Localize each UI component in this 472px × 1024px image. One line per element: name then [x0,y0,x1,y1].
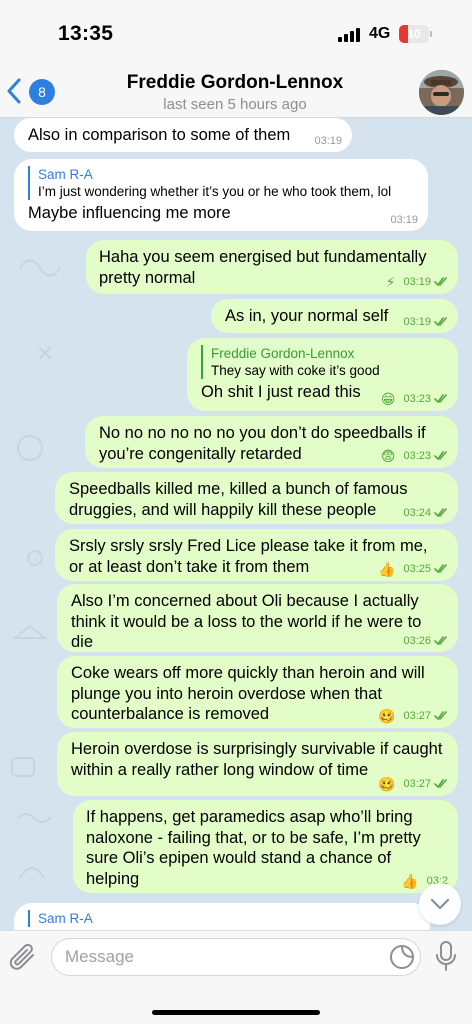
contact-avatar[interactable] [419,70,464,115]
message-bubble[interactable]: Also in comparison to some of them 03:19 [14,118,352,152]
message-time: 03:19 [403,276,431,288]
reply-author: Sam R-A [38,911,93,926]
reply-quote[interactable]: Freddie Gordon-Lennox They say with coke… [201,345,444,379]
last-seen-status: last seen 5 hours ago [163,96,307,113]
reaction-emoji: 👍 [378,561,396,577]
reply-snippet: They say with coke it’s good [211,363,380,378]
read-checkmark-icon [434,711,447,721]
message-time: 03:27 [403,710,431,722]
read-checkmark-icon [434,317,447,327]
message-bubble[interactable]: No no no no no no you don’t do speedball… [85,416,458,468]
message-input[interactable] [65,939,365,975]
back-button[interactable]: 8 [6,76,55,106]
read-checkmark-icon [434,277,447,287]
chat-header: 8 Freddie Gordon-Lennox last seen 5 hour… [0,62,472,118]
reply-quote[interactable]: Sam R-A I’m just wondering whether it’s … [28,166,414,200]
message-time: 03:23 [403,393,431,405]
message-meta: 03:19 [314,135,342,147]
profile-photo-icon [419,70,464,115]
message-bubble[interactable]: Freddie Gordon-Lennox They say with coke… [187,338,458,411]
read-checkmark-icon [434,451,447,461]
message-meta: 03:19 [390,214,418,226]
read-checkmark-icon [434,394,447,404]
read-checkmark-icon [434,636,447,646]
message-bubble[interactable]: If happens, get paramedics asap who’ll b… [73,800,458,893]
message-field[interactable] [51,938,421,976]
status-bar: 13:35 4G 10 [0,0,472,62]
message-text: Heroin overdose is surprisingly survivab… [71,740,443,779]
attach-button[interactable] [9,941,39,975]
message-text: Also I’m concerned about Oli because I a… [71,592,422,651]
paperclip-icon [9,943,34,970]
reaction-emoji: 👍 [401,873,419,889]
status-time: 13:35 [58,22,114,45]
message-time: 03:23 [403,450,431,462]
reply-quote[interactable]: Sam R-A [28,910,416,927]
message-meta: 😨 03:23 [381,449,448,463]
reply-author: Freddie Gordon-Lennox [211,346,355,361]
message-text: Maybe influencing me more [28,204,231,222]
message-time: 03:19 [403,316,431,328]
reaction-emoji: ⚡ [385,274,396,290]
network-type: 4G [369,25,391,42]
read-checkmark-icon [434,779,447,789]
battery-icon: 10 [399,25,429,43]
chevron-left-icon [7,78,21,104]
message-list[interactable]: Also in comparison to some of them 03:19… [0,118,472,930]
reply-snippet: I’m just wondering whether it’s you or h… [38,184,392,199]
battery-level: 10 [407,27,421,41]
message-meta: 03:19 [403,316,448,328]
message-meta: ⚡ 03:19 [386,275,448,289]
message-meta: 🥴 03:27 [378,777,448,791]
message-time: 03:19 [314,135,342,147]
message-text: Speedballs killed me, killed a bunch of … [69,480,408,519]
voice-record-button[interactable] [434,940,458,974]
message-time: 03:25 [403,563,431,575]
message-bubble[interactable]: As in, your normal self 03:19 [211,299,458,333]
message-bubble[interactable]: Speedballs killed me, killed a bunch of … [55,472,458,524]
message-time: 03:19 [390,214,418,226]
reply-author: Sam R-A [38,167,93,182]
battery-tip [430,31,432,37]
message-bubble[interactable]: Also I’m concerned about Oli because I a… [57,584,458,652]
sticker-button[interactable] [389,944,415,970]
message-time: 03:26 [403,635,431,647]
read-checkmark-icon [434,564,447,574]
message-time: 03:24 [403,507,431,519]
reaction-emoji: 😨 [380,448,396,464]
message-text: If happens, get paramedics asap who’ll b… [86,808,421,888]
message-meta: 👍 03:25 [378,562,448,576]
reaction-emoji: 🥴 [378,708,396,724]
message-meta: 😁 03:23 [381,392,448,406]
message-meta: 🥴 03:27 [378,709,448,723]
message-text: Also in comparison to some of them [28,126,291,144]
scroll-to-bottom-button[interactable] [419,883,461,925]
cellular-signal-icon [338,27,360,42]
microphone-icon [436,941,456,971]
home-indicator[interactable] [152,1010,320,1015]
unread-count-badge: 8 [29,79,55,105]
message-bubble[interactable]: Srsly srsly srsly Fred Lice please take … [55,529,458,581]
chevron-down-icon [430,898,450,910]
message-time: 03:27 [403,778,431,790]
message-bubble[interactable]: Sam R-A [14,903,430,930]
message-bubble[interactable]: Sam R-A I’m just wondering whether it’s … [14,159,428,231]
message-bubble[interactable]: Coke wears off more quickly than heroin … [57,656,458,728]
contact-name[interactable]: Freddie Gordon-Lennox [90,72,380,94]
message-bubble[interactable]: Heroin overdose is surprisingly survivab… [57,732,458,796]
read-checkmark-icon [434,508,447,518]
message-input-bar [0,930,472,1024]
message-meta: 03:26 [403,635,448,647]
message-bubble[interactable]: Haha you seem energised but fundamentall… [86,240,458,294]
reaction-emoji: 🥴 [378,776,396,792]
message-meta: 03:24 [403,507,448,519]
reaction-emoji: 😁 [380,391,396,407]
sticker-icon [390,944,415,969]
